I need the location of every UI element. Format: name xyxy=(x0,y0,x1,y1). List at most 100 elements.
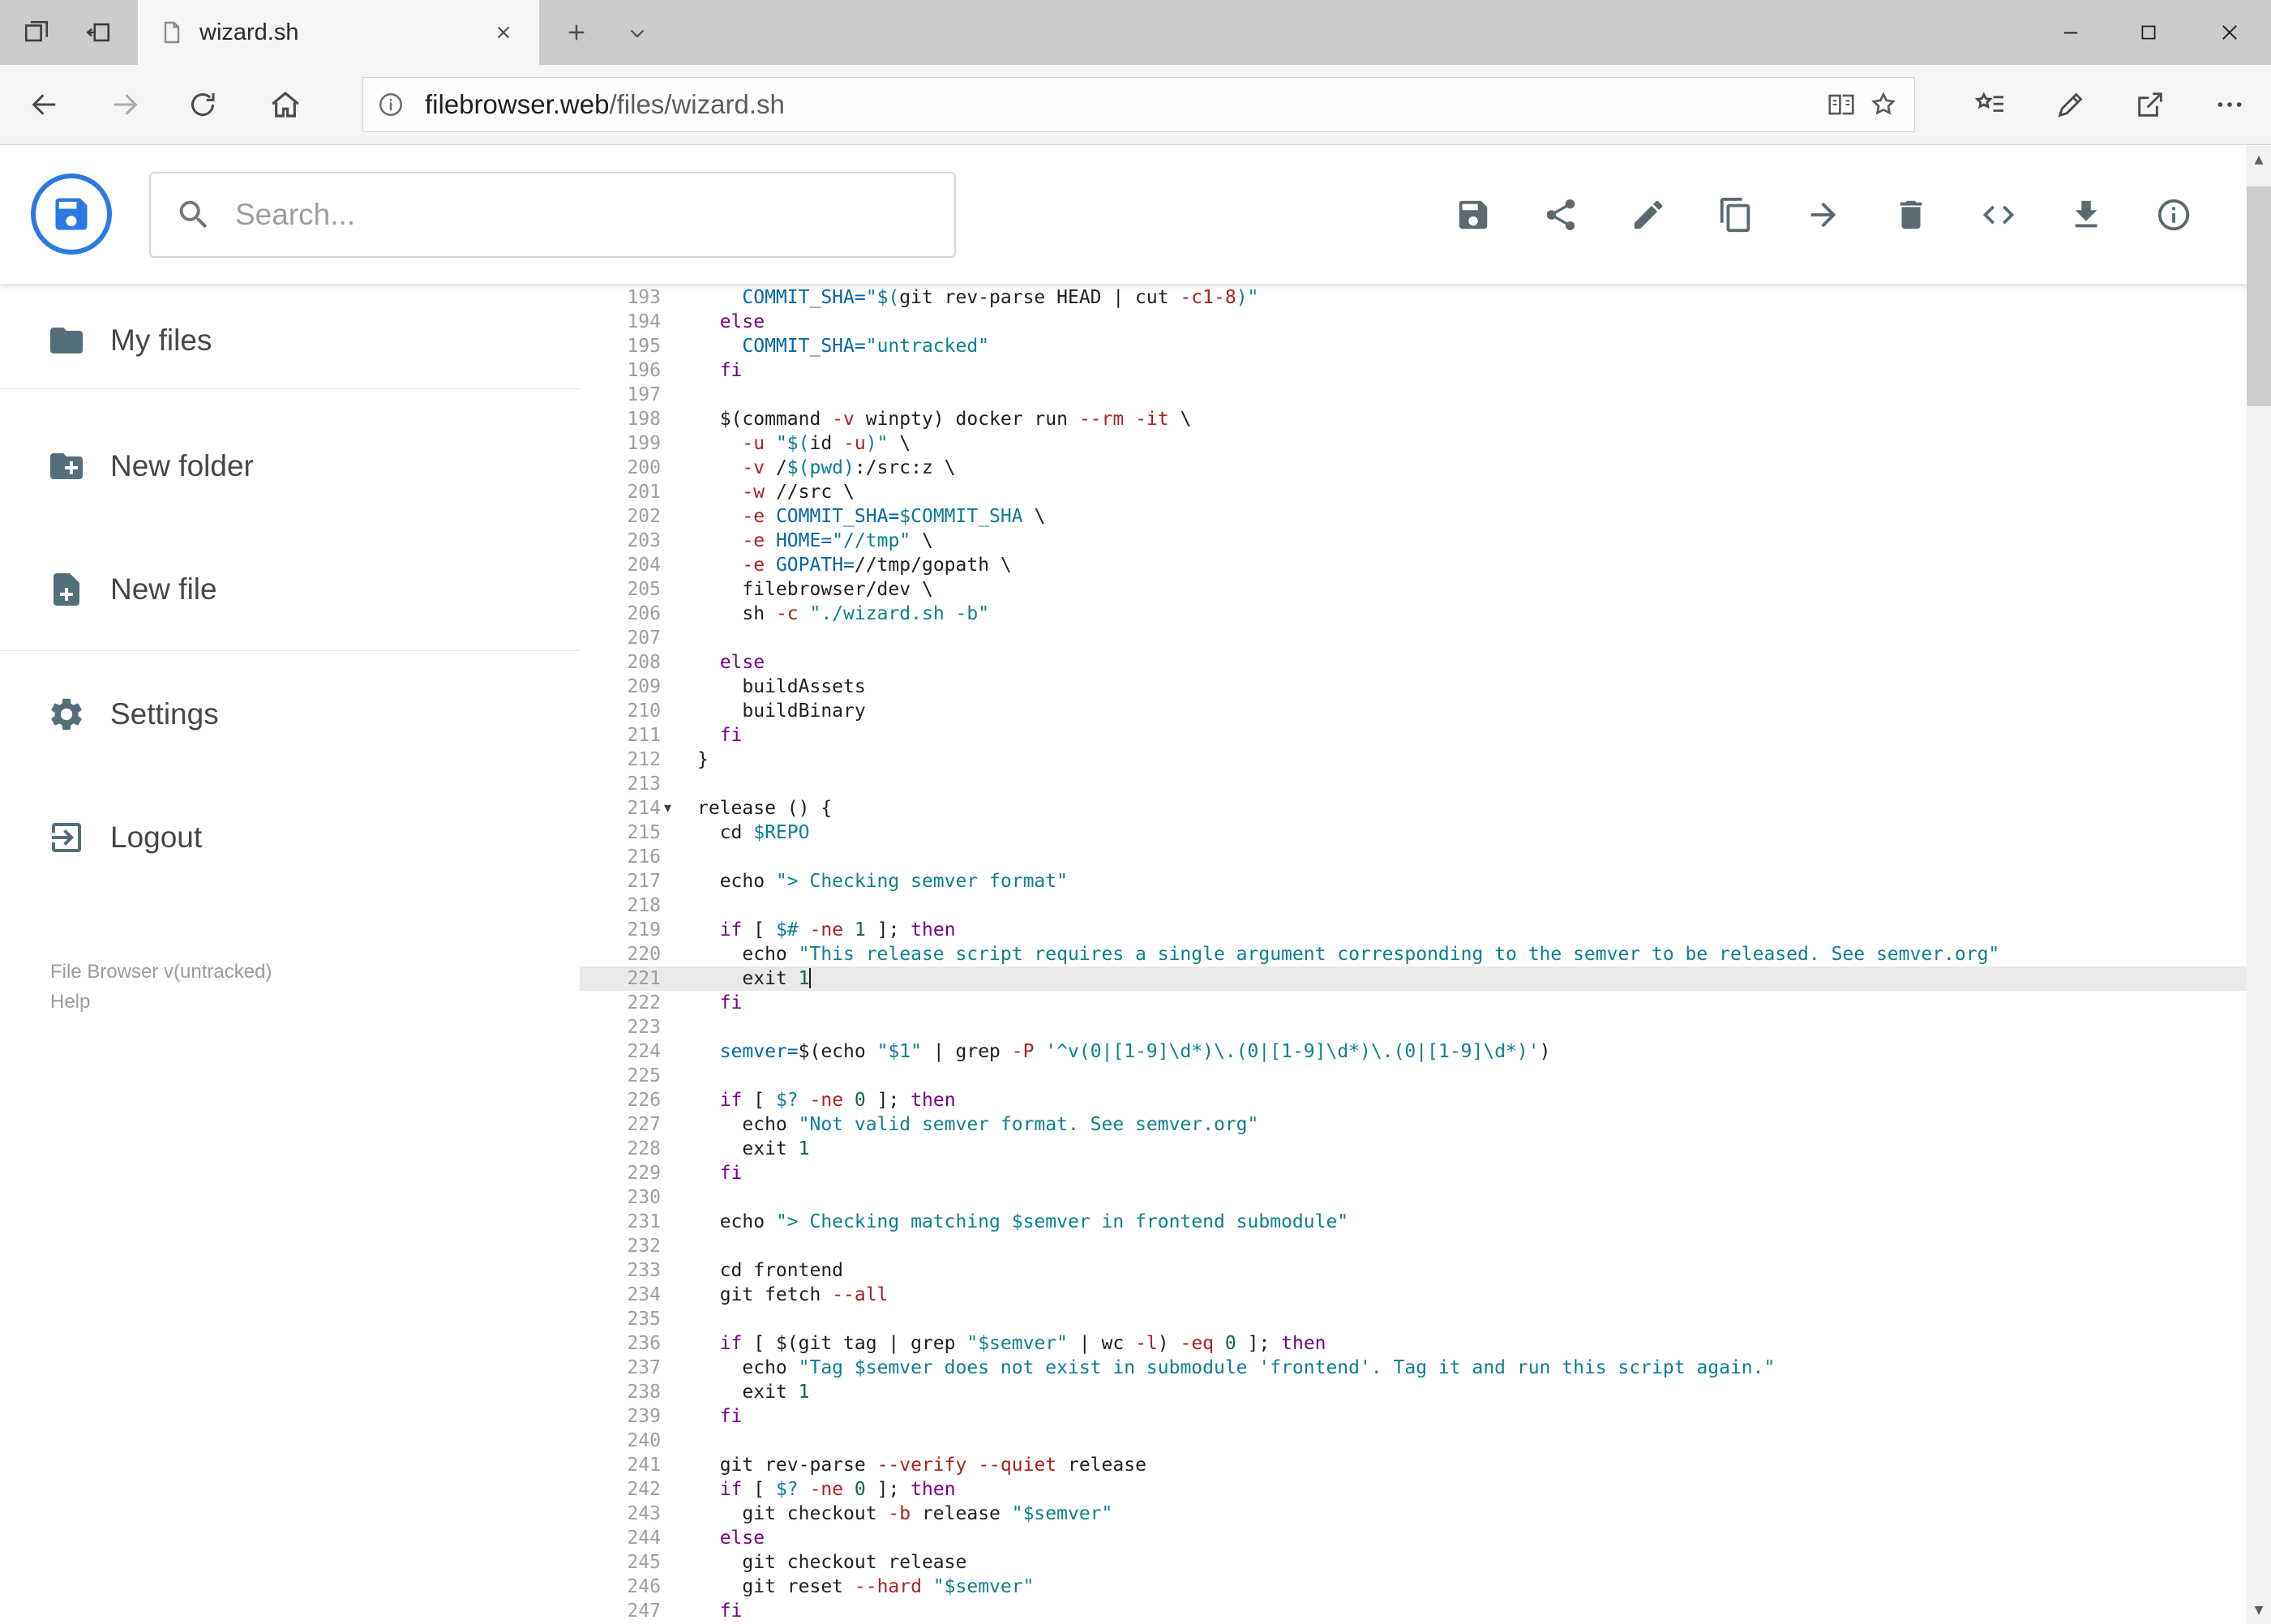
address-bar[interactable]: filebrowser.web/files/wizard.sh xyxy=(362,77,1915,132)
refresh-button[interactable] xyxy=(174,76,231,133)
editor-line-227[interactable]: 227 echo "Not valid semver format. See s… xyxy=(580,1112,2271,1137)
editor-line-193[interactable]: 193 COMMIT_SHA="$(git rev-parse HEAD | c… xyxy=(580,285,2271,310)
editor-line-244[interactable]: 244 else xyxy=(580,1526,2271,1550)
editor-line-242[interactable]: 242 if [ $? -ne 0 ]; then xyxy=(580,1477,2271,1502)
editor-line-201[interactable]: 201 -w //src \ xyxy=(580,480,2271,504)
editor-line-218[interactable]: 218 xyxy=(580,893,2271,918)
editor-line-238[interactable]: 238 exit 1 xyxy=(580,1380,2271,1404)
editor-line-241[interactable]: 241 git rev-parse --verify --quiet relea… xyxy=(580,1453,2271,1477)
save-button[interactable] xyxy=(1442,176,1504,254)
raw-code-button[interactable] xyxy=(1968,176,2029,254)
editor-line-234[interactable]: 234 git fetch --all xyxy=(580,1283,2271,1307)
editor-line-205[interactable]: 205 filebrowser/dev \ xyxy=(580,577,2271,602)
editor-line-196[interactable]: 196 fi xyxy=(580,358,2271,383)
sidebar-item-settings[interactable]: Settings xyxy=(0,670,580,759)
tab-preview-chevron-icon[interactable] xyxy=(619,14,656,51)
favorites-hub-icon[interactable] xyxy=(1962,76,2020,133)
editor-line-214[interactable]: 214 ▾ release () { xyxy=(580,796,2271,821)
set-tabs-aside-icon[interactable] xyxy=(78,12,118,53)
editor-line-219[interactable]: 219 if [ $# -ne 1 ]; then xyxy=(580,918,2271,942)
editor-line-200[interactable]: 200 -v /$(pwd):/src:z \ xyxy=(580,456,2271,480)
editor-line-220[interactable]: 220 echo "This release script requires a… xyxy=(580,942,2271,966)
browser-tab[interactable]: wizard.sh xyxy=(138,0,539,65)
editor-line-215[interactable]: 215 cd $REPO xyxy=(580,821,2271,845)
search-bar[interactable] xyxy=(149,172,956,258)
close-button[interactable] xyxy=(2187,0,2271,65)
tabs-preview-icon[interactable] xyxy=(16,12,57,53)
more-options-icon[interactable] xyxy=(2200,76,2259,133)
editor-line-247[interactable]: 247 fi xyxy=(580,1599,2271,1623)
sidebar-item-my-files[interactable]: My files xyxy=(0,296,580,385)
reading-view-icon[interactable] xyxy=(1820,84,1862,126)
minimize-button[interactable] xyxy=(2032,0,2110,65)
move-button[interactable] xyxy=(1793,176,1854,254)
editor-line-224[interactable]: 224 semver=$(echo "$1" | grep -P '^v(0|[… xyxy=(580,1039,2271,1064)
forward-button[interactable] xyxy=(96,76,153,133)
line-number: 198 xyxy=(627,409,661,430)
editor-line-231[interactable]: 231 echo "> Checking matching $semver in… xyxy=(580,1210,2271,1234)
editor-line-226[interactable]: 226 if [ $? -ne 0 ]; then xyxy=(580,1088,2271,1112)
download-button[interactable] xyxy=(2055,176,2117,254)
editor-line-230[interactable]: 230 xyxy=(580,1185,2271,1210)
editor-line-229[interactable]: 229 fi xyxy=(580,1161,2271,1185)
editor-line-210[interactable]: 210 buildBinary xyxy=(580,699,2271,723)
editor-line-225[interactable]: 225 xyxy=(580,1064,2271,1088)
scroll-up-arrow-icon[interactable]: ▲ xyxy=(2247,146,2271,174)
editor-line-203[interactable]: 203 -e HOME="//tmp" \ xyxy=(580,529,2271,553)
editor-line-202[interactable]: 202 -e COMMIT_SHA=$COMMIT_SHA \ xyxy=(580,504,2271,529)
editor-line-194[interactable]: 194 else xyxy=(580,310,2271,334)
editor-line-217[interactable]: 217 echo "> Checking semver format" xyxy=(580,869,2271,893)
back-button[interactable] xyxy=(16,76,73,133)
editor-line-206[interactable]: 206 sh -c "./wizard.sh -b" xyxy=(580,602,2271,626)
editor-line-195[interactable]: 195 COMMIT_SHA="untracked" xyxy=(580,334,2271,358)
editor-line-246[interactable]: 246 git reset --hard "$semver" xyxy=(580,1575,2271,1599)
info-button[interactable] xyxy=(2143,176,2205,254)
maximize-button[interactable] xyxy=(2110,0,2187,65)
share-file-button[interactable] xyxy=(1530,176,1592,254)
editor-line-243[interactable]: 243 git checkout -b release "$semver" xyxy=(580,1502,2271,1526)
editor-line-208[interactable]: 208 else xyxy=(580,650,2271,675)
scroll-down-arrow-icon[interactable]: ▼ xyxy=(2247,1596,2271,1624)
editor-line-237[interactable]: 237 echo "Tag $semver does not exist in … xyxy=(580,1356,2271,1380)
tab-close-icon[interactable] xyxy=(487,16,520,49)
sidebar-item-new-file[interactable]: New file xyxy=(0,545,580,634)
delete-button[interactable] xyxy=(1880,176,1942,254)
editor-line-228[interactable]: 228 exit 1 xyxy=(580,1137,2271,1161)
editor-line-235[interactable]: 235 xyxy=(580,1307,2271,1331)
editor-line-221[interactable]: 221 exit 1 xyxy=(580,966,2271,991)
scrollbar-thumb[interactable] xyxy=(2247,186,2271,406)
sidebar-item-new-folder[interactable]: New folder xyxy=(0,422,580,511)
web-note-pen-icon[interactable] xyxy=(2042,76,2100,133)
help-link[interactable]: Help xyxy=(50,987,90,1017)
editor-line-213[interactable]: 213 xyxy=(580,772,2271,796)
editor-line-240[interactable]: 240 xyxy=(580,1429,2271,1453)
home-button[interactable] xyxy=(257,76,314,133)
editor-line-245[interactable]: 245 git checkout release xyxy=(580,1550,2271,1575)
editor-line-207[interactable]: 207 xyxy=(580,626,2271,650)
editor-line-204[interactable]: 204 -e GOPATH=//tmp/gopath \ xyxy=(580,553,2271,577)
new-tab-button[interactable] xyxy=(558,14,595,51)
editor-line-209[interactable]: 209 buildAssets xyxy=(580,675,2271,699)
editor-line-239[interactable]: 239 fi xyxy=(580,1404,2271,1429)
editor-line-222[interactable]: 222 fi xyxy=(580,991,2271,1015)
editor-line-216[interactable]: 216 xyxy=(580,845,2271,869)
editor-line-233[interactable]: 233 cd frontend xyxy=(580,1258,2271,1283)
copy-button[interactable] xyxy=(1705,176,1767,254)
rename-edit-button[interactable] xyxy=(1618,176,1679,254)
fold-marker-icon[interactable]: ▾ xyxy=(664,796,671,821)
editor-line-223[interactable]: 223 xyxy=(580,1015,2271,1039)
share-icon[interactable] xyxy=(2121,76,2179,133)
page-scrollbar[interactable]: ▲ ▼ xyxy=(2247,146,2271,1624)
sidebar-item-logout[interactable]: Logout xyxy=(0,793,580,882)
editor-line-211[interactable]: 211 fi xyxy=(580,723,2271,748)
editor-line-236[interactable]: 236 if [ $(git tag | grep "$semver" | wc… xyxy=(580,1331,2271,1356)
editor-line-198[interactable]: 198 $(command -v winpty) docker run --rm… xyxy=(580,407,2271,431)
editor-line-212[interactable]: 212} xyxy=(580,748,2271,772)
search-input[interactable] xyxy=(234,197,954,233)
code-editor[interactable]: 193 COMMIT_SHA="$(git rev-parse HEAD | c… xyxy=(580,284,2271,1624)
editor-line-199[interactable]: 199 -u "$(id -u)" \ xyxy=(580,431,2271,456)
editor-line-232[interactable]: 232 xyxy=(580,1234,2271,1258)
add-favorite-star-icon[interactable] xyxy=(1862,84,1905,126)
editor-line-197[interactable]: 197 xyxy=(580,383,2271,407)
site-info-icon[interactable] xyxy=(370,84,412,126)
